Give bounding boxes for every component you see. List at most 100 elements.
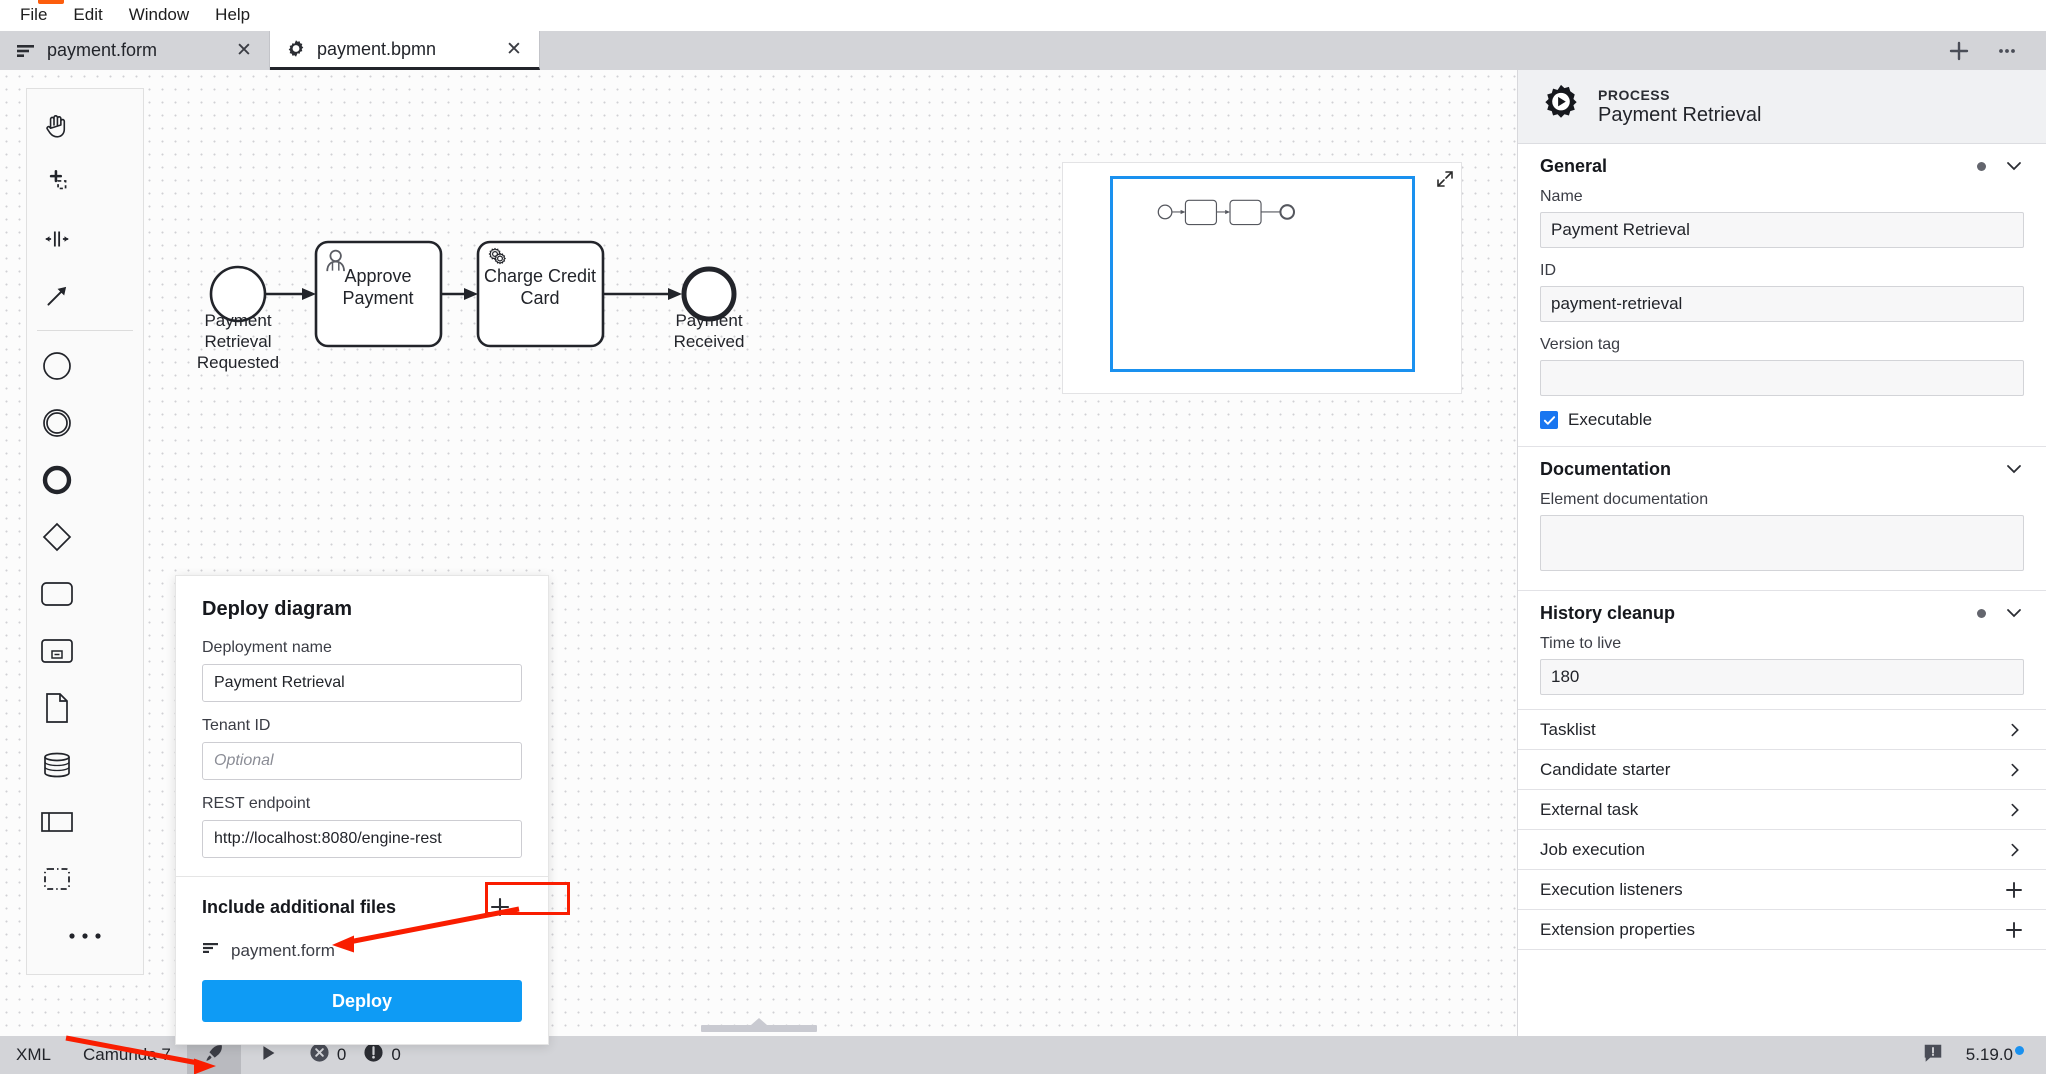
service-task-marker-icon xyxy=(488,247,506,265)
tab-overflow-menu-button[interactable] xyxy=(1990,34,2024,68)
tab-payment-form[interactable]: payment.form ✕ xyxy=(0,31,270,70)
version-button[interactable]: 5.19.0 xyxy=(1966,1045,2024,1065)
properties-group-external-task[interactable]: External task xyxy=(1518,790,2046,830)
plus-icon[interactable] xyxy=(2004,880,2024,900)
field-version-tag: Version tag xyxy=(1540,336,2024,396)
new-tab-button[interactable] xyxy=(1942,34,1976,68)
participant-icon[interactable] xyxy=(27,793,86,850)
rest-endpoint-input[interactable] xyxy=(202,820,522,858)
minimap-viewport[interactable] xyxy=(1110,176,1415,372)
element-documentation-textarea[interactable] xyxy=(1540,515,2024,571)
properties-group-history-cleanup: History cleanup Time to live xyxy=(1518,591,2046,710)
included-file-name: payment.form xyxy=(231,940,335,960)
include-additional-files-row: Include additional files xyxy=(202,893,522,921)
properties-element-name: Payment Retrieval xyxy=(1598,103,1762,126)
version-tag-input[interactable] xyxy=(1540,360,2024,396)
menu-item-window[interactable]: Window xyxy=(117,2,201,28)
bpmn-flow-charge-end xyxy=(603,288,682,300)
chevron-right-icon[interactable] xyxy=(2006,801,2024,819)
rocket-icon xyxy=(203,1042,225,1069)
add-file-button[interactable] xyxy=(478,893,522,921)
task-icon[interactable] xyxy=(27,565,86,622)
executable-checkbox[interactable] xyxy=(1540,411,1558,429)
chevron-down-icon[interactable] xyxy=(2004,459,2024,479)
history-cleanup-group-header[interactable]: History cleanup xyxy=(1540,591,2024,635)
global-connect-tool-icon[interactable] xyxy=(27,267,86,324)
warning-count-group[interactable]: 0 xyxy=(363,1042,401,1068)
field-element-documentation: Element documentation xyxy=(1540,491,2024,576)
chevron-right-icon[interactable] xyxy=(2006,761,2024,779)
status-xml-button[interactable]: XML xyxy=(0,1036,67,1074)
properties-group-extension-properties[interactable]: Extension properties xyxy=(1518,910,2046,950)
properties-group-tasklist[interactable]: Tasklist xyxy=(1518,710,2046,750)
id-input[interactable] xyxy=(1540,286,2024,322)
hand-tool-icon[interactable] xyxy=(27,96,86,153)
play-icon xyxy=(257,1042,279,1069)
minimap-collapse-icon[interactable] xyxy=(1435,169,1455,189)
group-icon[interactable] xyxy=(27,850,86,907)
menu-item-file[interactable]: File xyxy=(8,2,59,28)
status-engine-button[interactable]: Camunda 7 xyxy=(67,1036,187,1074)
tab-payment-bpmn[interactable]: payment.bpmn ✕ xyxy=(270,31,540,70)
subprocess-icon[interactable] xyxy=(27,622,86,679)
engine-label: Camunda 7 xyxy=(82,1045,171,1064)
warning-count: 0 xyxy=(391,1045,401,1064)
execution-listeners-label: Execution listeners xyxy=(1540,879,1683,899)
start-event-icon[interactable] xyxy=(27,337,86,394)
chevron-right-icon[interactable] xyxy=(2006,841,2024,859)
properties-group-candidate-starter[interactable]: Candidate starter xyxy=(1518,750,2046,790)
error-count-group[interactable]: 0 xyxy=(309,1042,346,1068)
menu-item-help[interactable]: Help xyxy=(203,2,262,28)
bpmn-node-start-event: Payment Retrieval Requested xyxy=(197,265,279,372)
job-execution-label: Job execution xyxy=(1540,839,1645,859)
error-icon xyxy=(309,1042,330,1068)
chevron-right-icon[interactable] xyxy=(2006,721,2024,739)
lasso-tool-icon[interactable] xyxy=(27,153,86,210)
tab-bar-spacer xyxy=(540,31,1942,70)
warning-icon xyxy=(363,1042,384,1068)
external-task-label: External task xyxy=(1540,799,1639,819)
name-label: Name xyxy=(1540,188,1583,205)
gateway-icon[interactable] xyxy=(27,508,86,565)
minimap[interactable] xyxy=(1062,162,1462,394)
canvas-scroll-handle[interactable] xyxy=(700,1017,817,1033)
deploy-dialog-footer: Include additional files payment.form De… xyxy=(176,877,548,1044)
include-additional-files-label: Include additional files xyxy=(202,896,397,917)
bpmn-label-approve-l1: Approve xyxy=(344,266,411,286)
general-group-header[interactable]: General xyxy=(1540,144,2024,188)
name-input[interactable] xyxy=(1540,212,2024,248)
time-to-live-input[interactable] xyxy=(1540,659,2024,695)
plus-icon[interactable] xyxy=(2004,920,2024,940)
documentation-group-header[interactable]: Documentation xyxy=(1540,447,2024,491)
deployment-name-label: Deployment name xyxy=(202,639,332,656)
data-store-icon[interactable] xyxy=(27,736,86,793)
bpmn-label-charge-l1: Charge Credit xyxy=(484,266,596,286)
version-label: 5.19.0 xyxy=(1965,1045,2013,1064)
bpmn-label-end-l1: Payment xyxy=(675,311,742,330)
data-object-icon[interactable] xyxy=(27,679,86,736)
palette-divider xyxy=(37,330,133,331)
bpmn-label-charge-l2: Card xyxy=(520,288,559,308)
executable-checkbox-row[interactable]: Executable xyxy=(1540,410,2024,430)
properties-group-execution-listeners[interactable]: Execution listeners xyxy=(1518,870,2046,910)
menu-item-edit[interactable]: Edit xyxy=(61,2,114,28)
tab-close-icon[interactable]: ✕ xyxy=(233,41,255,60)
feedback-icon[interactable] xyxy=(1922,1042,1944,1069)
chevron-down-icon[interactable] xyxy=(2004,156,2024,176)
chevron-down-icon[interactable] xyxy=(2004,603,2024,623)
end-event-icon[interactable] xyxy=(27,451,86,508)
tenant-id-input[interactable] xyxy=(202,742,522,780)
deploy-button[interactable]: Deploy xyxy=(202,980,522,1022)
properties-element-kind: PROCESS xyxy=(1598,86,1670,103)
palette-more-button[interactable] xyxy=(27,907,143,964)
tab-close-icon[interactable]: ✕ xyxy=(503,40,525,59)
properties-group-job-execution[interactable]: Job execution xyxy=(1518,830,2046,870)
bpmn-label-start-l3: Requested xyxy=(197,353,279,372)
included-file-row[interactable]: payment.form xyxy=(202,939,522,962)
properties-panel-header: PROCESS Payment Retrieval xyxy=(1518,70,2046,144)
deployment-name-input[interactable] xyxy=(202,664,522,702)
intermediate-event-icon[interactable] xyxy=(27,394,86,451)
gear-icon xyxy=(286,39,306,59)
space-tool-icon[interactable] xyxy=(27,210,86,267)
xml-label: XML xyxy=(16,1045,51,1064)
